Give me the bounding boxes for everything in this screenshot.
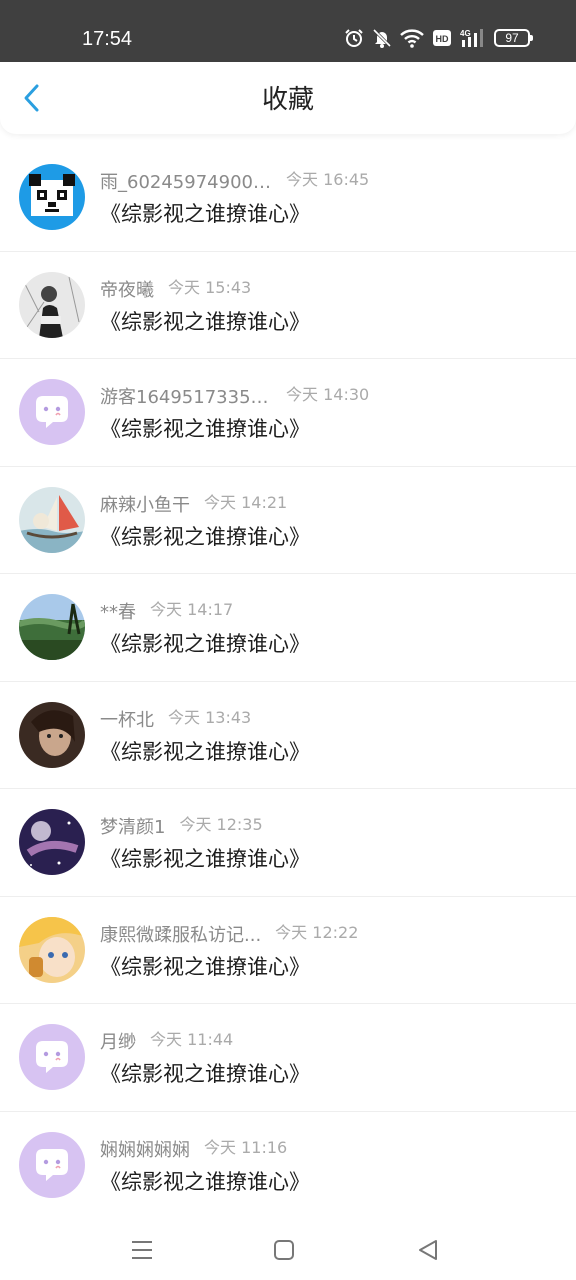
timestamp: 今天 15:43 bbox=[168, 277, 252, 297]
avatar[interactable] bbox=[19, 701, 85, 768]
list-item[interactable]: **春 今天 14:17 《综影视之谁撩谁心》 bbox=[0, 574, 576, 682]
avatar[interactable] bbox=[19, 271, 85, 338]
svg-text:HD: HD bbox=[436, 34, 449, 44]
item-meta: 梦清颜1 今天 12:35 bbox=[100, 813, 564, 839]
hd-icon: HD bbox=[433, 30, 451, 46]
list-item[interactable]: 月缈 今天 11:44 《综影视之谁撩谁心》 bbox=[0, 1004, 576, 1112]
username: 娴娴娴娴娴 bbox=[100, 1139, 190, 1161]
back-nav-button[interactable] bbox=[414, 1236, 442, 1264]
item-meta: 雨_602459749001... 今天 16:45 bbox=[100, 168, 564, 194]
book-title[interactable]: 《综影视之谁撩谁心》 bbox=[100, 630, 310, 658]
item-meta: 康熙微蹂服私访记... 今天 12:22 bbox=[100, 921, 564, 947]
status-time: 17:54 bbox=[82, 28, 133, 50]
username: **春 bbox=[100, 602, 136, 623]
book-title[interactable]: 《综影视之谁撩谁心》 bbox=[100, 845, 310, 873]
home-square-icon bbox=[274, 1240, 294, 1260]
avatar[interactable] bbox=[19, 916, 85, 983]
status-icons: HD 4G 97 bbox=[344, 26, 533, 50]
home-button[interactable] bbox=[270, 1236, 298, 1264]
book-title[interactable]: 《综影视之谁撩谁心》 bbox=[100, 523, 310, 551]
menu-button[interactable] bbox=[128, 1236, 156, 1264]
avatar[interactable] bbox=[19, 164, 85, 230]
page-header: 收藏 bbox=[0, 62, 576, 134]
timestamp: 今天 14:21 bbox=[204, 492, 288, 512]
book-title[interactable]: 《综影视之谁撩谁心》 bbox=[100, 415, 310, 443]
username: 麻辣小鱼干 bbox=[100, 494, 190, 516]
list-item[interactable]: 麻辣小鱼干 今天 14:21 《综影视之谁撩谁心》 bbox=[0, 467, 576, 574]
book-title[interactable]: 《综影视之谁撩谁心》 bbox=[100, 953, 310, 981]
book-title[interactable]: 《综影视之谁撩谁心》 bbox=[100, 1060, 310, 1088]
battery-icon: 97 bbox=[494, 29, 533, 47]
username: 月缈 bbox=[100, 1032, 136, 1053]
page-title: 收藏 bbox=[261, 85, 314, 115]
system-nav-bar bbox=[0, 1218, 576, 1280]
list-item[interactable]: 一杯北 今天 13:43 《综影视之谁撩谁心》 bbox=[0, 682, 576, 789]
menu-icon bbox=[132, 1241, 152, 1259]
item-meta: 一杯北 今天 13:43 bbox=[100, 706, 564, 732]
list-item[interactable]: 娴娴娴娴娴 今天 11:16 《综影视之谁撩谁心》 bbox=[0, 1112, 576, 1219]
timestamp: 今天 12:35 bbox=[179, 815, 263, 834]
timestamp: 今天 13:43 bbox=[168, 707, 252, 727]
wifi-icon bbox=[400, 29, 424, 48]
book-title[interactable]: 《综影视之谁撩谁心》 bbox=[100, 200, 310, 228]
avatar[interactable] bbox=[19, 1131, 85, 1198]
list-item[interactable]: 帝夜曦 今天 15:43 《综影视之谁撩谁心》 bbox=[0, 252, 576, 359]
book-title[interactable]: 《综影视之谁撩谁心》 bbox=[100, 738, 310, 766]
status-bar: 17:54 HD 4G 97 bbox=[0, 0, 576, 62]
timestamp: 今天 11:44 bbox=[150, 1030, 234, 1049]
item-meta: **春 今天 14:17 bbox=[100, 598, 564, 624]
favorites-list: 雨_602459749001... 今天 16:45 《综影视之谁撩谁心》 帝夜曦 今天… bbox=[0, 144, 576, 1219]
username: 雨_602459749001... bbox=[100, 172, 272, 193]
avatar[interactable] bbox=[19, 486, 85, 553]
avatar[interactable] bbox=[19, 594, 85, 660]
timestamp: 今天 12:22 bbox=[275, 922, 359, 942]
username: 梦清颜1 bbox=[100, 817, 166, 838]
item-meta: 帝夜曦 今天 15:43 bbox=[100, 276, 564, 302]
item-meta: 游客16495173351... 今天 14:30 bbox=[100, 383, 564, 409]
timestamp: 今天 11:16 bbox=[204, 1137, 288, 1157]
timestamp: 今天 14:30 bbox=[286, 385, 370, 404]
item-meta: 麻辣小鱼干 今天 14:21 bbox=[100, 491, 564, 517]
book-title[interactable]: 《综影视之谁撩谁心》 bbox=[100, 1168, 310, 1196]
timestamp: 今天 14:17 bbox=[150, 600, 234, 619]
username: 帝夜曦 bbox=[100, 279, 154, 301]
list-item[interactable]: 梦清颜1 今天 12:35 《综影视之谁撩谁心》 bbox=[0, 789, 576, 897]
list-item[interactable]: 雨_602459749001... 今天 16:45 《综影视之谁撩谁心》 bbox=[0, 144, 576, 252]
list-item[interactable]: 游客16495173351... 今天 14:30 《综影视之谁撩谁心》 bbox=[0, 359, 576, 467]
book-title[interactable]: 《综影视之谁撩谁心》 bbox=[100, 308, 310, 336]
username: 康熙微蹂服私访记... bbox=[100, 924, 262, 946]
username: 游客16495173351... bbox=[100, 387, 272, 408]
back-triangle-icon bbox=[419, 1240, 437, 1260]
item-meta: 月缈 今天 11:44 bbox=[100, 1028, 564, 1054]
username: 一杯北 bbox=[100, 709, 154, 731]
list-item[interactable]: 康熙微蹂服私访记... 今天 12:22 《综影视之谁撩谁心》 bbox=[0, 897, 576, 1004]
alarm-icon bbox=[345, 29, 363, 47]
avatar[interactable] bbox=[19, 809, 85, 875]
avatar[interactable] bbox=[19, 1024, 85, 1090]
mute-icon bbox=[372, 28, 392, 48]
svg-text:4G: 4G bbox=[460, 29, 471, 38]
4g-signal-icon: 4G bbox=[460, 29, 483, 47]
item-meta: 娴娴娴娴娴 今天 11:16 bbox=[100, 1136, 564, 1162]
avatar[interactable] bbox=[19, 379, 85, 445]
timestamp: 今天 16:45 bbox=[286, 170, 370, 189]
